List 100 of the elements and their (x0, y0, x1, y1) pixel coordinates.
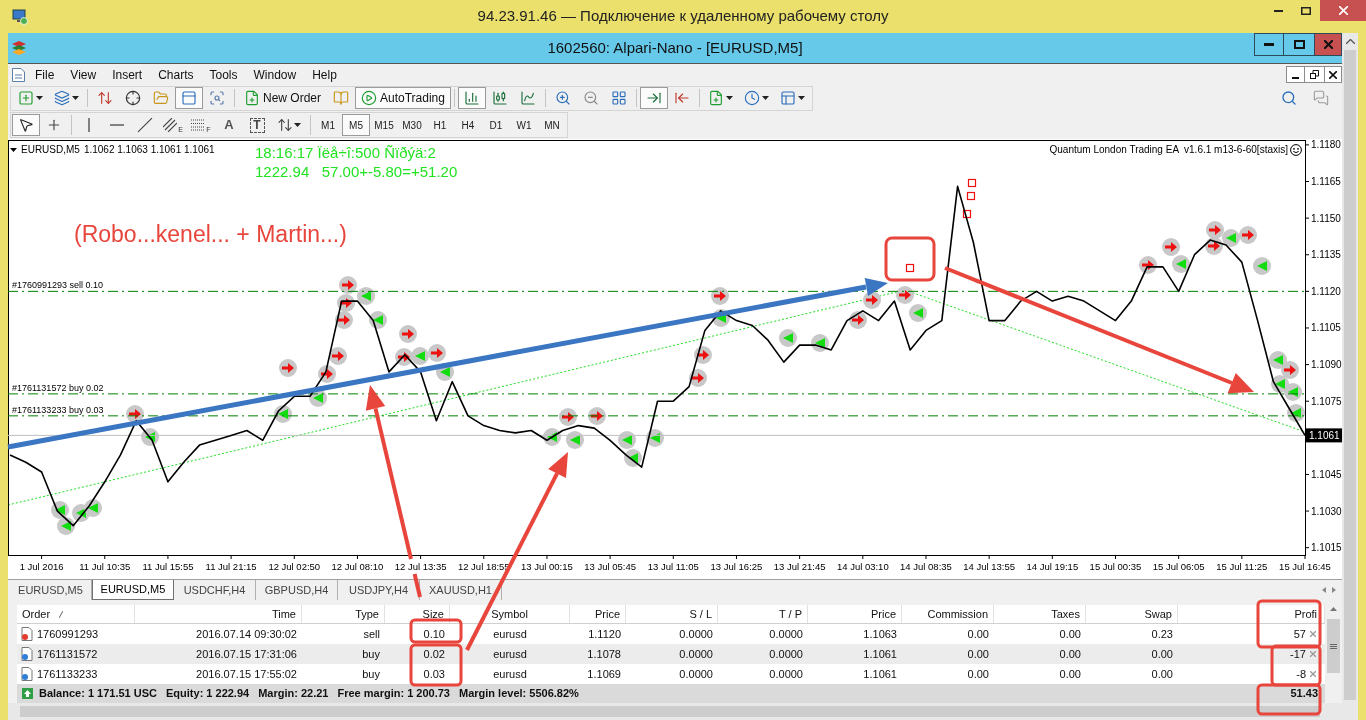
toolbar-button[interactable]: New Order (238, 87, 327, 109)
scroll-left-icon[interactable] (1322, 587, 1326, 593)
time-axis-label: 13 Jul 00:15 (521, 561, 573, 572)
scroll-up-icon[interactable] (1345, 39, 1355, 44)
timeframe-button[interactable]: H4 (454, 114, 482, 136)
minimize-icon (1273, 9, 1283, 12)
table-cell-text: 1.1120 (588, 626, 621, 642)
timeframe-button[interactable]: M1 (314, 114, 342, 136)
menu-item[interactable]: Insert (104, 65, 151, 84)
expert-name: Quantum London Trading EA v1.6.1 m13-6-60[staxis] (1049, 145, 1288, 155)
toolbar-button[interactable]: T (243, 114, 271, 136)
price-axis-label: 1.1180 (1311, 139, 1341, 151)
monitor-icon (12, 8, 28, 25)
column-header[interactable]: Size (385, 605, 450, 623)
minimize-icon (1264, 43, 1274, 46)
toolbar-button[interactable]: AutoTrading (355, 87, 451, 109)
chart-tab[interactable]: XAUUSD,H1 (420, 580, 502, 600)
column-header[interactable]: Order (17, 605, 135, 623)
time-axis-label: 12 Jul 13:35 (394, 561, 447, 572)
column-header[interactable]: Price (570, 605, 626, 623)
scrollbar-thumb[interactable] (1327, 619, 1340, 673)
menu-item[interactable]: File (27, 65, 63, 84)
timeframe-button[interactable]: MN (538, 114, 566, 136)
time-axis-label: 12 Jul 02:50 (268, 561, 321, 572)
dropdown-triangle-icon[interactable] (10, 148, 17, 152)
timeframe-button[interactable]: M15 (370, 114, 398, 136)
time-axis-label: 15 Jul 16:45 (1279, 561, 1331, 572)
table-cell-text: eurusd (493, 626, 527, 642)
chart-tab[interactable]: USDJPY,H4 (338, 580, 420, 600)
table-cell-text: buy (362, 666, 380, 682)
minimize-icon (1292, 77, 1299, 79)
toolbar-button[interactable] (12, 114, 40, 136)
table-cell-text: 0.10 (423, 626, 445, 642)
column-header[interactable]: Price (808, 605, 902, 623)
panel-icon (181, 90, 197, 106)
close-icon (1338, 6, 1348, 15)
column-header[interactable]: Type (302, 605, 385, 623)
close-button[interactable] (1324, 66, 1342, 83)
chart-tab[interactable]: EURUSD,M5 (92, 580, 174, 600)
restore-button[interactable] (1305, 66, 1324, 83)
play-icon (361, 90, 377, 106)
price-axis-label: 1.1105 (1311, 322, 1341, 334)
menu-item[interactable]: View (62, 65, 105, 84)
scrollbar-thumb[interactable] (20, 706, 1320, 717)
toolbar-button[interactable]: A (215, 114, 243, 136)
timeframe-button[interactable]: M30 (398, 114, 426, 136)
table-cell-text: 0.0000 (769, 666, 803, 682)
table-cell-text: 0.00 (1059, 646, 1081, 662)
chart-tab[interactable]: GBPUSD,H4 (256, 580, 338, 600)
table-cell-text: 2016.07.15 17:31:06 (196, 646, 297, 662)
scroll-up-icon[interactable] (1330, 607, 1337, 611)
time-axis-label: 12 Jul 08:10 (331, 561, 384, 572)
minimize-button[interactable] (1254, 33, 1284, 56)
arrow-up-square-icon (22, 688, 33, 699)
close-icon[interactable] (1310, 631, 1316, 637)
timeframe-button[interactable]: D1 (482, 114, 510, 136)
scrollbar-thumb[interactable] (1344, 50, 1356, 700)
table-cell-text: 0.00 (1151, 666, 1173, 682)
menu-item[interactable]: Charts (150, 65, 202, 84)
time-axis-label: 1 Jul 2016 (19, 561, 64, 572)
table-cell-text: 0.03 (423, 666, 445, 682)
account-summary: Margin level: 5506.82% (459, 686, 579, 702)
timeframe-button[interactable]: M5 (342, 114, 370, 136)
book-icon (333, 90, 349, 106)
grid-icon (610, 90, 627, 106)
timeframe-button[interactable]: W1 (510, 114, 538, 136)
time-axis-label: 14 Jul 08:35 (900, 561, 952, 572)
column-header[interactable]: Time (135, 605, 302, 623)
menu-item[interactable]: Help (304, 65, 345, 84)
time-axis-label: 15 Jul 11:25 (1216, 561, 1268, 572)
menu-item[interactable]: Tools (201, 65, 246, 84)
arrow-right-to-line-icon (645, 90, 662, 106)
menu-item[interactable]: Window (245, 65, 305, 84)
column-header[interactable]: Symbol (450, 605, 570, 623)
close-icon[interactable] (1310, 671, 1316, 677)
time-axis-label: 15 Jul 00:35 (1089, 561, 1142, 572)
total-profit: 51.43 (1290, 686, 1319, 702)
time-axis-label: 14 Jul 13:55 (963, 561, 1016, 572)
scroll-right-icon[interactable] (1332, 587, 1336, 593)
column-header[interactable]: Taxes (994, 605, 1086, 623)
table-cell-text: 0.0000 (679, 646, 713, 662)
bar-chart-icon (463, 90, 480, 106)
minimize-button[interactable] (1286, 66, 1305, 83)
column-header[interactable]: Commission (902, 605, 994, 623)
chart-tab[interactable]: USDCHF,H4 (174, 580, 256, 600)
column-header[interactable]: T / P (718, 605, 808, 623)
column-header[interactable]: S / L (626, 605, 718, 623)
close-icon (1323, 40, 1333, 49)
close-icon[interactable] (1310, 651, 1316, 657)
table-cell-text: 1761131572 (37, 646, 98, 662)
vertical-line-icon (88, 118, 90, 132)
time-axis-label: 11 Jul 21:15 (205, 561, 257, 572)
table-cell-text: 1761133233 (37, 666, 98, 682)
table-cell-text: eurusd (493, 646, 527, 662)
table-cell-text: 0.0000 (769, 626, 803, 642)
logo-icon (12, 41, 26, 55)
table-cell-text: 0.0000 (679, 626, 713, 642)
timeframe-button[interactable]: H1 (426, 114, 454, 136)
document-icon (12, 67, 25, 82)
column-header[interactable]: Swap (1086, 605, 1178, 623)
